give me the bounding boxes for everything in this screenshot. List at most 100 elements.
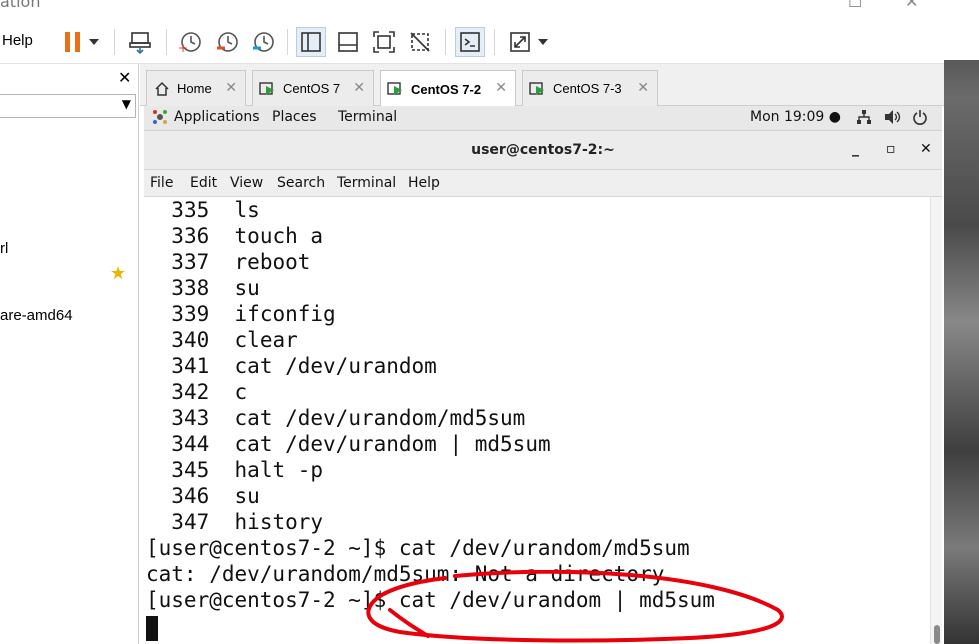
history-line: 345 halt -p xyxy=(146,457,323,483)
close-tab-icon[interactable]: ✕ xyxy=(495,79,507,96)
history-command: cat /dev/urandom | md5sum xyxy=(234,432,551,456)
gnome-top-bar: Applications Places Terminal Mon 19:09 ● xyxy=(144,106,942,131)
full-screen-icon[interactable] xyxy=(369,27,399,57)
applications-menu[interactable]: Applications xyxy=(174,109,260,125)
close-tab-icon[interactable]: ✕ xyxy=(225,79,237,96)
history-number: 338 xyxy=(171,276,210,300)
home-icon xyxy=(153,80,171,98)
history-command: ls xyxy=(234,198,260,222)
menu-view[interactable]: View xyxy=(230,175,263,191)
history-command: touch a xyxy=(234,224,324,248)
tab-label: CentOS 7-2 xyxy=(411,81,482,97)
stretch-guest-icon[interactable] xyxy=(505,27,535,57)
tab-label: CentOS 7 xyxy=(283,81,341,96)
host-title-bar: ation ☐ ✕ xyxy=(0,0,944,20)
history-number: 343 xyxy=(171,406,210,430)
maximize-icon[interactable]: ☐ xyxy=(848,0,862,11)
console-view-icon[interactable] xyxy=(455,27,485,57)
host-toolbar: Help + xyxy=(0,20,944,64)
menu-search[interactable]: Search xyxy=(277,175,325,191)
history-command: reboot xyxy=(234,250,311,274)
history-line: 336 touch a xyxy=(146,223,323,249)
svg-text:+: + xyxy=(178,41,188,54)
scrollbar-thumb[interactable] xyxy=(934,625,940,644)
history-command: cat /dev/urandom xyxy=(234,354,437,378)
vm-icon xyxy=(259,80,277,98)
tab-centos-7-3[interactable]: CentOS 7-3 ✕ xyxy=(522,70,658,106)
history-number: 339 xyxy=(171,302,210,326)
show-library-icon[interactable] xyxy=(296,27,326,57)
close-icon[interactable]: ✕ xyxy=(920,141,932,157)
snapshot-manager-icon[interactable] xyxy=(248,27,278,57)
menu-file[interactable]: File xyxy=(150,175,173,191)
host-title-text: ation xyxy=(0,0,41,11)
history-line: 335 ls xyxy=(146,197,260,223)
toolbar-divider xyxy=(166,29,167,55)
send-ctrl-alt-del-icon[interactable] xyxy=(125,27,155,57)
history-number: 336 xyxy=(171,224,210,248)
vm-tab-bar: Home ✕ CentOS 7 ✕ CentOS 7-2 ✕ CentOS 7-… xyxy=(140,64,944,107)
chevron-down-icon[interactable] xyxy=(84,27,104,57)
thumbnail-bar-icon[interactable] xyxy=(333,27,363,57)
history-line: 346 su xyxy=(146,483,260,509)
history-number: 345 xyxy=(171,458,210,482)
unity-icon[interactable] xyxy=(405,27,435,57)
vm-icon xyxy=(387,80,405,98)
menu-help[interactable]: Help xyxy=(408,175,440,191)
history-command: halt -p xyxy=(234,458,324,482)
maximize-icon[interactable]: ▫ xyxy=(886,141,896,157)
volume-icon[interactable] xyxy=(884,109,902,129)
vm-icon xyxy=(529,80,547,98)
chevron-down-icon[interactable]: ▼ xyxy=(122,97,131,111)
menu-edit[interactable]: Edit xyxy=(190,175,217,191)
history-command: ifconfig xyxy=(234,302,336,326)
minimize-icon[interactable]: _ xyxy=(852,141,859,157)
terminal-line: [user@centos7-2 ~]$ cat /dev/urandom/md5… xyxy=(146,536,690,560)
history-command: su xyxy=(234,276,260,300)
power-icon[interactable] xyxy=(912,109,928,129)
history-number: 344 xyxy=(171,432,210,456)
history-command: clear xyxy=(234,328,298,352)
chevron-down-icon[interactable] xyxy=(533,27,553,57)
history-number: 337 xyxy=(171,250,210,274)
history-line: 343 cat /dev/urandom/md5sum xyxy=(146,405,525,431)
close-library-icon[interactable]: ✕ xyxy=(118,68,131,87)
history-number: 335 xyxy=(171,198,210,222)
history-line: 341 cat /dev/urandom xyxy=(146,353,437,379)
terminal-title-bar: user@centos7-2:~ _ ▫ ✕ xyxy=(144,131,942,170)
history-command: cat /dev/urandom/md5sum xyxy=(234,406,526,430)
places-menu[interactable]: Places xyxy=(272,109,317,125)
revert-snapshot-icon[interactable] xyxy=(212,27,242,57)
terminal-cursor xyxy=(146,616,158,641)
terminal-menu[interactable]: Terminal xyxy=(338,109,397,125)
tab-home[interactable]: Home ✕ xyxy=(146,70,246,106)
terminal-line: [user@centos7-2 ~]$ cat /dev/urandom | m… xyxy=(146,588,715,612)
snapshot-icon[interactable]: + xyxy=(175,27,205,57)
applications-icon xyxy=(152,109,168,127)
library-item[interactable]: are-amd64 xyxy=(0,307,73,324)
terminal-menubar: File Edit View Search Terminal Help xyxy=(144,170,942,197)
history-line: 347 history xyxy=(146,509,323,535)
help-menu[interactable]: Help xyxy=(2,32,33,49)
tab-centos-7-2[interactable]: CentOS 7-2 ✕ xyxy=(380,70,516,107)
history-number: 342 xyxy=(171,380,210,404)
history-number: 346 xyxy=(171,484,210,508)
library-item[interactable]: rl xyxy=(0,240,8,257)
close-tab-icon[interactable]: ✕ xyxy=(637,79,649,96)
tab-centos-7[interactable]: CentOS 7 ✕ xyxy=(252,70,374,106)
terminal-line: cat: /dev/urandom/md5sum: Not a director… xyxy=(146,562,665,586)
star-icon: ★ xyxy=(110,263,127,284)
library-search-input[interactable]: ▼ xyxy=(0,94,136,118)
history-line: 338 su xyxy=(146,275,260,301)
network-icon[interactable] xyxy=(856,109,872,129)
history-number: 347 xyxy=(171,510,210,534)
menu-terminal[interactable]: Terminal xyxy=(337,175,396,191)
history-command: history xyxy=(234,510,324,534)
close-icon[interactable]: ✕ xyxy=(905,0,918,11)
terminal-scrollbar[interactable] xyxy=(930,197,942,644)
terminal-output[interactable]: 335 ls 336 touch a 337 reboot 338 su 339… xyxy=(144,197,930,644)
clock[interactable]: Mon 19:09 ● xyxy=(750,109,841,125)
history-line: 342 c xyxy=(146,379,247,405)
close-tab-icon[interactable]: ✕ xyxy=(353,79,365,96)
history-line: 339 ifconfig xyxy=(146,301,336,327)
